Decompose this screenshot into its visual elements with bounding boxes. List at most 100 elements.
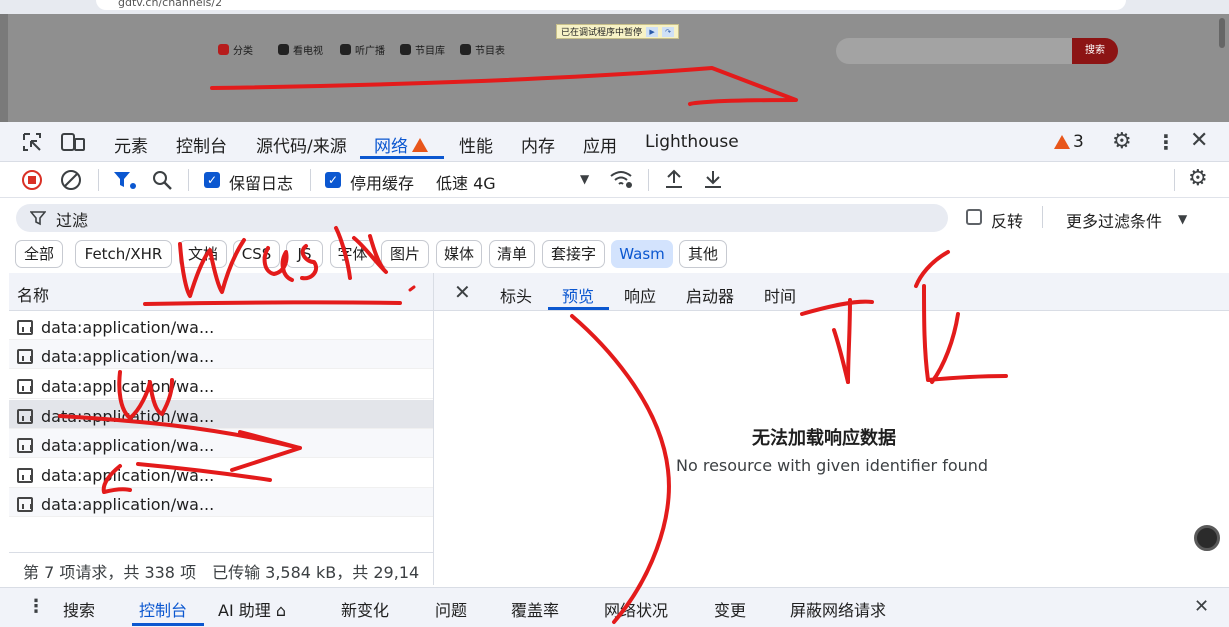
site-search-input[interactable]: [836, 38, 1076, 64]
close-devtools-icon[interactable]: ✕: [1190, 128, 1208, 153]
tab-initiator[interactable]: 启动器: [686, 283, 734, 307]
panel-gutter: [0, 273, 9, 627]
device-toolbar-icon[interactable]: [60, 132, 86, 152]
request-row[interactable]: data:application/wa...: [9, 488, 434, 517]
tab-preview[interactable]: 预览: [562, 283, 594, 307]
tab-elements[interactable]: 元素: [114, 132, 148, 157]
chip-manifest[interactable]: 清单: [489, 240, 535, 268]
nav-schedule[interactable]: 节目表: [460, 42, 505, 57]
wasm-file-icon: [17, 378, 33, 394]
tv-icon: [278, 44, 289, 55]
request-name: data:application/wa...: [41, 494, 215, 514]
chip-js[interactable]: JS: [286, 240, 323, 268]
resume-icon[interactable]: ▶: [646, 26, 659, 37]
chevron-down-icon[interactable]: ▼: [580, 172, 589, 186]
chip-font[interactable]: 字体: [330, 240, 375, 268]
chevron-down-icon[interactable]: ▼: [1178, 212, 1187, 226]
upload-har-icon[interactable]: [663, 168, 685, 190]
drawer-tab-network-conditions[interactable]: 网络状况: [604, 597, 668, 621]
drawer-tab-console[interactable]: 控制台: [139, 597, 187, 621]
tab-network[interactable]: 网络: [374, 132, 428, 157]
wasm-file-icon: [17, 496, 33, 512]
empty-state-title: 无法加载响应数据: [752, 428, 896, 449]
close-detail-icon[interactable]: ✕: [454, 280, 471, 304]
tab-performance[interactable]: 性能: [459, 132, 493, 157]
active-detail-tab-indicator: [548, 307, 609, 310]
chip-fetch-xhr[interactable]: Fetch/XHR: [75, 240, 172, 268]
avatar[interactable]: [1194, 525, 1220, 551]
drawer-tab-ai-assistant[interactable]: AI 助理 ⌂: [218, 597, 286, 621]
close-drawer-icon[interactable]: ✕: [1194, 596, 1209, 617]
more-filters-dropdown[interactable]: 更多过滤条件: [1066, 208, 1162, 232]
download-har-icon[interactable]: [702, 168, 724, 190]
step-over-icon[interactable]: ↷: [662, 26, 675, 37]
request-row[interactable]: data:application/wa...: [9, 459, 434, 488]
chip-media[interactable]: 媒体: [436, 240, 482, 268]
divider: [648, 169, 649, 191]
site-search-button[interactable]: 搜索: [1072, 38, 1118, 64]
filter-input[interactable]: 过滤: [16, 204, 948, 232]
address-bar[interactable]: gdtv.cn/channels/2: [96, 0, 1126, 10]
chip-document[interactable]: 文档: [179, 240, 227, 268]
drawer-tab-issues[interactable]: 问题: [435, 597, 467, 621]
chip-image[interactable]: 图片: [381, 240, 429, 268]
warning-icon: [1054, 135, 1070, 149]
drawer-tab-whats-new[interactable]: 新变化: [341, 597, 389, 621]
search-icon[interactable]: [151, 169, 173, 191]
chip-socket[interactable]: 套接字: [542, 240, 605, 268]
nav-category[interactable]: 分类: [218, 42, 253, 57]
nav-library[interactable]: 节目库: [400, 42, 445, 57]
tab-memory[interactable]: 内存: [521, 132, 555, 157]
request-name: data:application/wa...: [41, 317, 215, 337]
schedule-icon: [460, 44, 471, 55]
invert-checkbox[interactable]: [966, 209, 982, 225]
request-row[interactable]: data:application/wa...: [9, 370, 434, 399]
drawer-tab-search[interactable]: 搜索: [63, 597, 95, 621]
clear-icon[interactable]: [60, 169, 82, 191]
page-scrollbar[interactable]: [1219, 18, 1225, 48]
tab-console[interactable]: 控制台: [176, 132, 227, 157]
request-row[interactable]: data:application/wa...: [9, 311, 434, 340]
settings-gear-icon[interactable]: ⚙: [1112, 129, 1132, 154]
chip-wasm[interactable]: Wasm: [611, 240, 673, 268]
record-stop-icon[interactable]: [21, 169, 43, 191]
warnings-counter[interactable]: 3: [1054, 132, 1084, 152]
divider: [310, 169, 311, 191]
throttling-select[interactable]: 低速 4G: [436, 170, 496, 194]
panel-splitter[interactable]: [433, 273, 434, 585]
more-options-icon[interactable]: ⋮: [1156, 130, 1176, 154]
chip-other[interactable]: 其他: [679, 240, 727, 268]
tab-timing[interactable]: 时间: [764, 283, 796, 307]
drawer-tab-coverage[interactable]: 覆盖率: [511, 597, 559, 621]
tab-lighthouse[interactable]: Lighthouse: [645, 132, 739, 152]
tab-headers[interactable]: 标头: [500, 283, 532, 307]
network-settings-gear-icon[interactable]: ⚙: [1188, 166, 1208, 191]
preserve-log-checkbox[interactable]: ✓: [204, 172, 220, 188]
network-status-bar: 第 7 项请求，共 338 项 已传输 3,584 kB，共 29,14: [9, 552, 434, 585]
request-row[interactable]: data:application/wa...: [9, 340, 434, 369]
inspect-element-icon[interactable]: [22, 132, 42, 152]
request-name: data:application/wa...: [41, 465, 215, 485]
empty-state-message: No resource with given identifier found: [676, 456, 989, 475]
active-tab-indicator: [360, 156, 444, 159]
drawer-menu-icon[interactable]: ⋮: [27, 596, 45, 617]
tab-sources[interactable]: 源代码/来源: [256, 132, 347, 157]
network-conditions-icon[interactable]: [609, 168, 635, 190]
chip-css[interactable]: CSS: [233, 240, 280, 268]
request-row-selected[interactable]: data:application/wa...: [9, 400, 434, 429]
request-row[interactable]: data:application/wa...: [9, 429, 434, 458]
drawer-tab-request-blocking[interactable]: 屏蔽网络请求: [790, 597, 886, 621]
warning-icon: [412, 137, 428, 152]
divider: [98, 169, 99, 191]
nav-radio[interactable]: 听广播: [340, 42, 385, 57]
name-column-header[interactable]: 名称: [9, 273, 434, 311]
chip-all[interactable]: 全部: [15, 240, 63, 268]
tab-application[interactable]: 应用: [583, 132, 617, 157]
disable-cache-checkbox[interactable]: ✓: [325, 172, 341, 188]
nav-tv[interactable]: 看电视: [278, 42, 323, 57]
filter-funnel-icon[interactable]: [113, 170, 137, 190]
drawer-tab-changes[interactable]: 变更: [714, 597, 746, 621]
nav-label: 节目库: [415, 46, 445, 57]
paused-text: 已在调试程序中暂停: [561, 28, 643, 38]
tab-response[interactable]: 响应: [624, 283, 656, 307]
